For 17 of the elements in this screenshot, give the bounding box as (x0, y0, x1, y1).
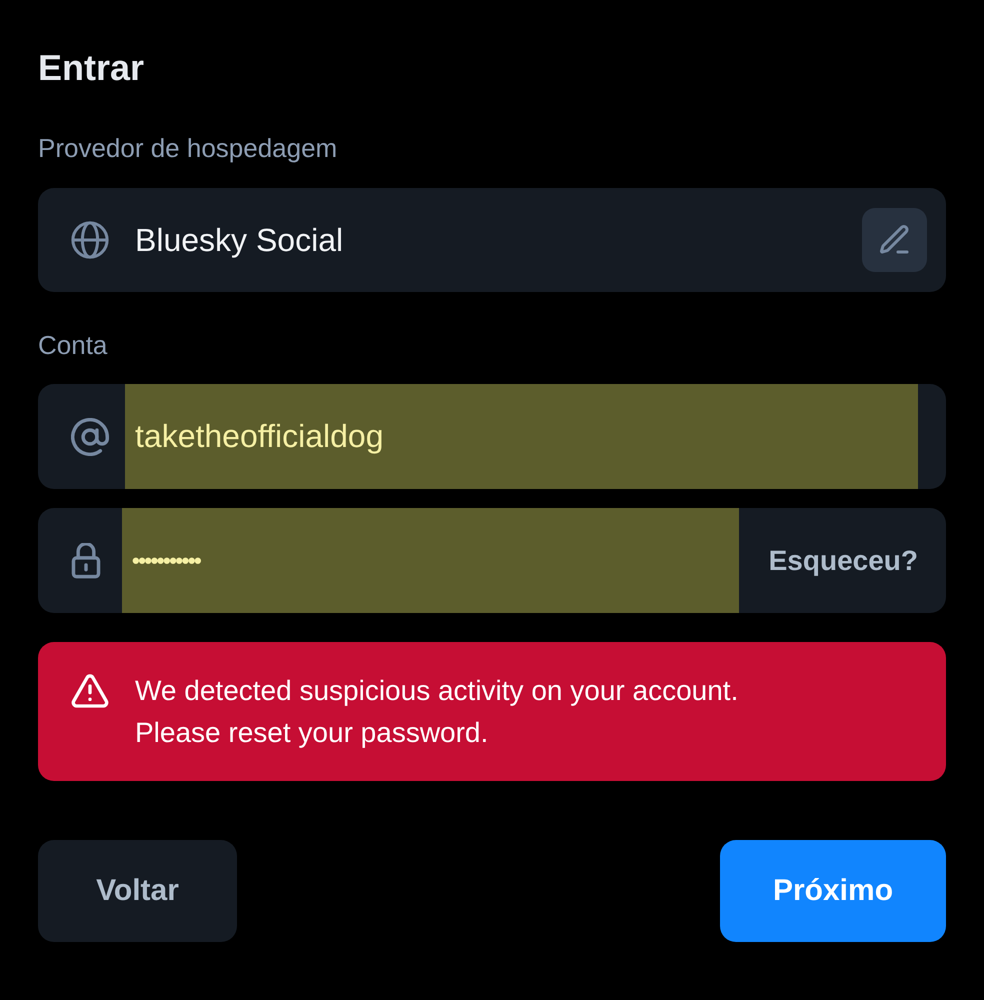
page-title: Entrar (38, 46, 144, 90)
at-sign-icon (71, 418, 109, 456)
next-button[interactable]: Próximo (720, 840, 946, 942)
field-label: Provedor de hospedagem (38, 132, 338, 164)
hosting-provider-value: Bluesky Social (135, 222, 344, 258)
globe-icon (71, 221, 109, 259)
error-message: We detected suspicious activity on your account. Please reset your password. (135, 674, 740, 750)
password-field[interactable]: ••••••••••• Esqueceu? (38, 508, 946, 613)
hosting-provider-field[interactable]: Bluesky Social (38, 188, 946, 292)
warning-icon (71, 674, 109, 708)
forgot-password-link[interactable]: Esqueceu? (768, 544, 918, 576)
field-label: Conta (38, 329, 108, 361)
password-value: ••••••••••• (122, 508, 739, 613)
back-button[interactable]: Voltar (38, 840, 237, 942)
edit-button[interactable] (862, 208, 927, 272)
lock-icon (71, 542, 101, 578)
pencil-icon (880, 225, 910, 255)
